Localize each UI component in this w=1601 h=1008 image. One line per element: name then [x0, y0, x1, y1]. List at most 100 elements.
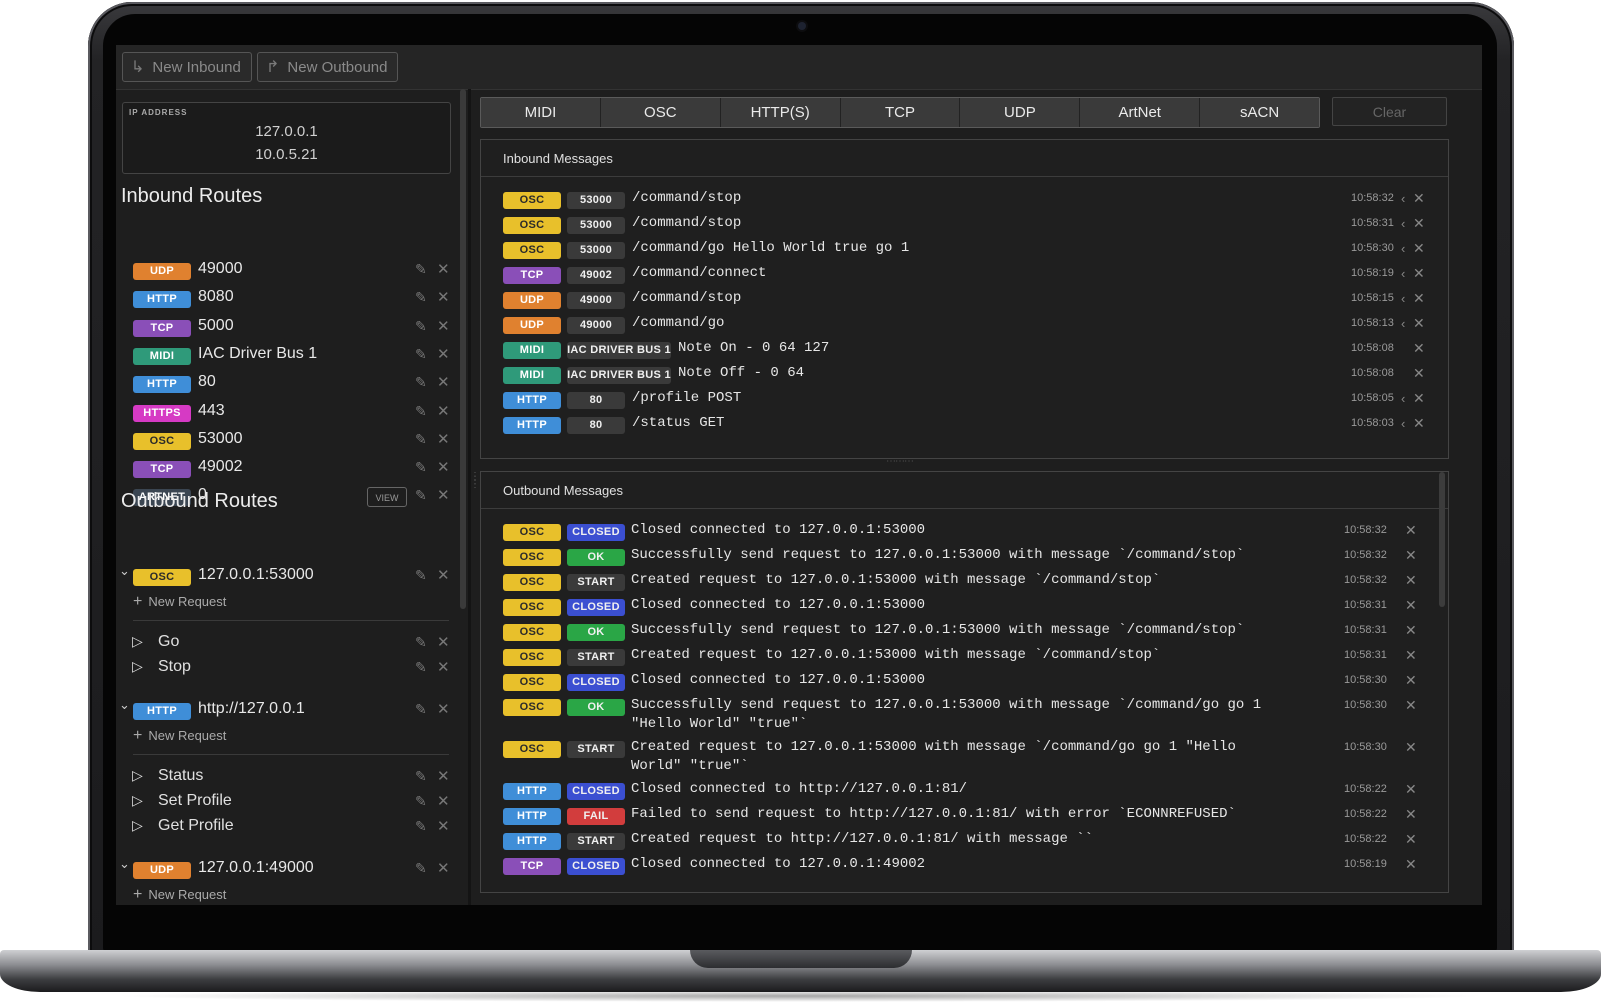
- close-icon[interactable]: ✕: [437, 402, 450, 420]
- sidebar-scrollbar[interactable]: [460, 89, 466, 609]
- edit-icon[interactable]: ✎: [415, 793, 427, 810]
- clear-button[interactable]: Clear: [1332, 97, 1447, 126]
- close-icon[interactable]: ✕: [437, 859, 450, 877]
- resend-icon[interactable]: ‹: [1401, 266, 1405, 281]
- close-icon[interactable]: ✕: [1405, 739, 1417, 756]
- outbound-message-row[interactable]: OSC START Created request to 127.0.0.1:530…: [481, 645, 1448, 670]
- close-icon[interactable]: ✕: [437, 792, 450, 810]
- inbound-message-row[interactable]: OSC 53000/command/stop 10:58:31 ‹ ✕: [481, 213, 1448, 238]
- play-icon[interactable]: ▷: [132, 817, 143, 834]
- outbound-message-row[interactable]: HTTP START Created request to http://127.0…: [481, 829, 1448, 854]
- outbound-scrollbar[interactable]: [1439, 472, 1445, 607]
- edit-icon[interactable]: ✎: [415, 459, 427, 476]
- close-icon[interactable]: ✕: [1405, 597, 1417, 614]
- play-icon[interactable]: ▷: [132, 658, 143, 675]
- outbound-message-row[interactable]: OSC CLOSED Closed connected to 127.0.0.1:5…: [481, 520, 1448, 545]
- edit-icon[interactable]: ✎: [415, 487, 427, 504]
- close-icon[interactable]: ✕: [1405, 622, 1417, 639]
- close-icon[interactable]: ✕: [1405, 647, 1417, 664]
- inbound-route-row[interactable]: UDP 49000 ✎ ✕: [116, 259, 461, 283]
- close-icon[interactable]: ✕: [1413, 340, 1425, 357]
- chevron-down-icon[interactable]: ⌄: [119, 563, 130, 579]
- close-icon[interactable]: ✕: [437, 767, 450, 785]
- close-icon[interactable]: ✕: [1405, 831, 1417, 848]
- close-icon[interactable]: ✕: [1413, 365, 1425, 382]
- outbound-message-row[interactable]: OSC CLOSED Closed connected to 127.0.0.1:5…: [481, 595, 1448, 620]
- edit-icon[interactable]: ✎: [415, 701, 427, 718]
- resend-icon[interactable]: ‹: [1401, 391, 1405, 406]
- edit-icon[interactable]: ✎: [415, 768, 427, 785]
- close-icon[interactable]: ✕: [437, 373, 450, 391]
- outbound-message-row[interactable]: OSC CLOSED Closed connected to 127.0.0.1:5…: [481, 670, 1448, 695]
- outbound-route-row[interactable]: ⌄ HTTP http://127.0.0.1 ✎ ✕: [116, 697, 461, 723]
- tab-artnet[interactable]: ArtNet: [1080, 98, 1201, 127]
- inbound-route-row[interactable]: HTTPS 443 ✎ ✕: [116, 401, 461, 425]
- close-icon[interactable]: ✕: [437, 317, 450, 335]
- play-icon[interactable]: ▷: [132, 767, 143, 784]
- request-row[interactable]: ▷ Go ✎ ✕: [116, 632, 461, 654]
- horizontal-splitter-grip[interactable]: ⋯⋯⋯: [886, 456, 914, 467]
- close-icon[interactable]: ✕: [1405, 806, 1417, 823]
- outbound-route-row[interactable]: ⌄ UDP 127.0.0.1:49000 ✎ ✕: [116, 856, 461, 882]
- edit-icon[interactable]: ✎: [415, 261, 427, 278]
- tab-https[interactable]: HTTP(S): [720, 98, 841, 127]
- inbound-route-row[interactable]: OSC 53000 ✎ ✕: [116, 429, 461, 453]
- edit-icon[interactable]: ✎: [415, 403, 427, 420]
- close-icon[interactable]: ✕: [437, 458, 450, 476]
- inbound-message-row[interactable]: TCP 49002/command/connect 10:58:19 ‹ ✕: [481, 263, 1448, 288]
- new-request-button[interactable]: + New Request: [133, 727, 226, 745]
- new-outbound-button[interactable]: ↱ New Outbound: [257, 52, 399, 82]
- inbound-route-row[interactable]: TCP 5000 ✎ ✕: [116, 316, 461, 340]
- inbound-message-row[interactable]: UDP 49000/command/go 10:58:13 ‹ ✕: [481, 313, 1448, 338]
- close-icon[interactable]: ✕: [1405, 856, 1417, 873]
- outbound-message-row[interactable]: TCP CLOSED Closed connected to 127.0.0.1:4…: [481, 854, 1448, 879]
- edit-icon[interactable]: ✎: [415, 860, 427, 877]
- close-icon[interactable]: ✕: [1405, 697, 1417, 714]
- close-icon[interactable]: ✕: [1405, 672, 1417, 689]
- outbound-message-row[interactable]: OSC OK Successfully send request to 127.0.…: [481, 695, 1448, 739]
- close-icon[interactable]: ✕: [437, 260, 450, 278]
- outbound-message-row[interactable]: OSC OK Successfully send request to 127.0.…: [481, 620, 1448, 645]
- outbound-message-row[interactable]: OSC START Created request to 127.0.0.1:530…: [481, 570, 1448, 595]
- inbound-message-row[interactable]: MIDI IAC DRIVER BUS 1 Note On - 0 64 127 10…: [481, 338, 1448, 363]
- close-icon[interactable]: ✕: [1405, 522, 1417, 539]
- outbound-message-row[interactable]: HTTP FAIL Failed to send request to http:/…: [481, 804, 1448, 829]
- request-row[interactable]: ▷ Status ✎ ✕: [116, 766, 461, 788]
- inbound-route-row[interactable]: HTTP 8080 ✎ ✕: [116, 287, 461, 311]
- close-icon[interactable]: ✕: [1413, 415, 1425, 432]
- vertical-splitter[interactable]: [468, 89, 471, 905]
- edit-icon[interactable]: ✎: [415, 289, 427, 306]
- resend-icon[interactable]: ‹: [1401, 216, 1405, 231]
- outbound-message-row[interactable]: HTTP CLOSED Closed connected to http://127…: [481, 779, 1448, 804]
- close-icon[interactable]: ✕: [437, 566, 450, 584]
- edit-icon[interactable]: ✎: [415, 374, 427, 391]
- inbound-message-row[interactable]: OSC 53000/command/stop 10:58:32 ‹ ✕: [481, 188, 1448, 213]
- edit-icon[interactable]: ✎: [415, 318, 427, 335]
- request-row[interactable]: ▷ Stop ✎ ✕: [116, 657, 461, 679]
- inbound-message-row[interactable]: HTTP 80/status GET 10:58:03 ‹ ✕: [481, 413, 1448, 438]
- chevron-down-icon[interactable]: ⌄: [119, 697, 130, 713]
- resend-icon[interactable]: ‹: [1401, 291, 1405, 306]
- close-icon[interactable]: ✕: [1413, 315, 1425, 332]
- play-icon[interactable]: ▷: [132, 792, 143, 809]
- close-icon[interactable]: ✕: [1413, 215, 1425, 232]
- close-icon[interactable]: ✕: [1413, 240, 1425, 257]
- tab-tcp[interactable]: TCP: [840, 98, 961, 127]
- tab-midi[interactable]: MIDI: [481, 98, 601, 127]
- resend-icon[interactable]: ‹: [1401, 416, 1405, 431]
- close-icon[interactable]: ✕: [1413, 190, 1425, 207]
- close-icon[interactable]: ✕: [437, 345, 450, 363]
- outbound-route-row[interactable]: ⌄ OSC 127.0.0.1:53000 ✎ ✕: [116, 563, 461, 589]
- view-button[interactable]: VIEW: [367, 487, 407, 508]
- resend-icon[interactable]: ‹: [1401, 316, 1405, 331]
- edit-icon[interactable]: ✎: [415, 431, 427, 448]
- outbound-message-row[interactable]: OSC START Created request to 127.0.0.1:530…: [481, 737, 1448, 781]
- close-icon[interactable]: ✕: [437, 817, 450, 835]
- inbound-message-row[interactable]: MIDI IAC DRIVER BUS 1 Note Off - 0 64 10:58…: [481, 363, 1448, 388]
- request-row[interactable]: ▷ Set Profile ✎ ✕: [116, 791, 461, 813]
- tab-sacn[interactable]: sACN: [1200, 98, 1319, 127]
- edit-icon[interactable]: ✎: [415, 818, 427, 835]
- close-icon[interactable]: ✕: [437, 288, 450, 306]
- close-icon[interactable]: ✕: [437, 430, 450, 448]
- inbound-message-row[interactable]: HTTP 80/profile POST 10:58:05 ‹ ✕: [481, 388, 1448, 413]
